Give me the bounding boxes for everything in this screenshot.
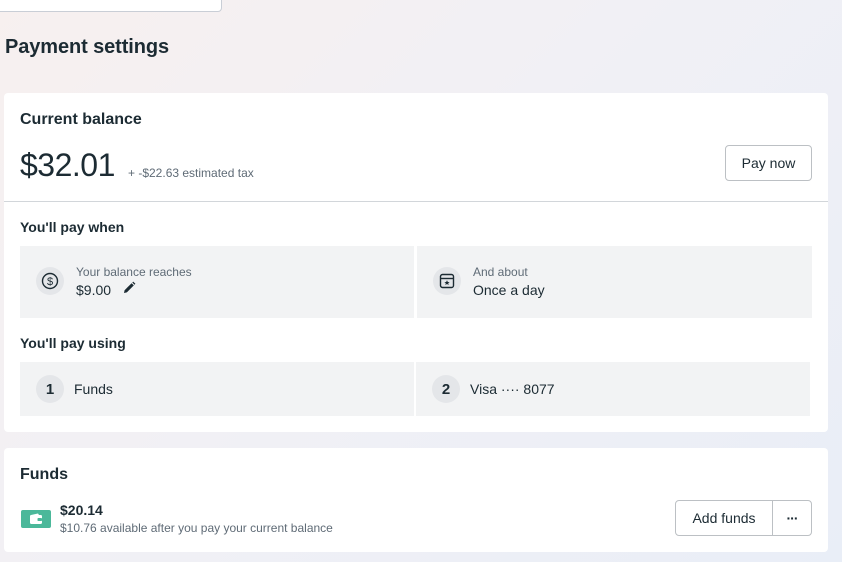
threshold-value: $9.00	[76, 282, 112, 298]
current-balance-heading: Current balance	[20, 111, 142, 128]
svg-text:$: $	[47, 276, 53, 288]
wallet-icon	[21, 510, 51, 528]
balance-amount: $32.01	[20, 147, 115, 183]
dollar-circle-icon: $	[36, 267, 64, 295]
pay-using-heading: You'll pay using	[20, 335, 126, 351]
payment-method-visa[interactable]: 2 Visa ···· 8077	[416, 362, 810, 416]
funds-heading: Funds	[20, 466, 68, 483]
threshold-label: Your balance reaches	[76, 265, 192, 279]
method-order-badge: 1	[36, 375, 64, 403]
funds-card: Funds $20.14 $10.76 available after you …	[4, 448, 828, 552]
pencil-icon[interactable]	[122, 281, 136, 300]
method-order-badge: 2	[432, 375, 460, 403]
current-balance-card: Current balance $32.01 + -$22.63 estimat…	[4, 93, 828, 432]
method-label: Visa ···· 8077	[470, 381, 555, 397]
payment-schedule-tile: And about Once a day	[417, 246, 812, 318]
funds-available-note: $10.76 available after you pay your curr…	[60, 521, 333, 535]
pay-when-heading: You'll pay when	[20, 219, 125, 235]
schedule-label: And about	[473, 265, 528, 279]
pay-now-button[interactable]: Pay now	[725, 145, 812, 181]
top-input-stub[interactable]	[0, 0, 222, 12]
more-options-button[interactable]: ···	[772, 500, 812, 536]
method-label: Funds	[74, 381, 113, 397]
calendar-icon	[433, 267, 461, 295]
payment-method-funds[interactable]: 1 Funds	[20, 362, 414, 416]
add-funds-button[interactable]: Add funds	[675, 500, 773, 536]
balance-threshold-tile[interactable]: $ Your balance reaches $9.00	[20, 246, 414, 318]
page-title: Payment settings	[5, 36, 170, 58]
estimated-tax-note: + -$22.63 estimated tax	[128, 166, 254, 180]
divider	[4, 201, 828, 202]
funds-amount: $20.14	[60, 502, 103, 518]
schedule-value: Once a day	[473, 282, 545, 298]
